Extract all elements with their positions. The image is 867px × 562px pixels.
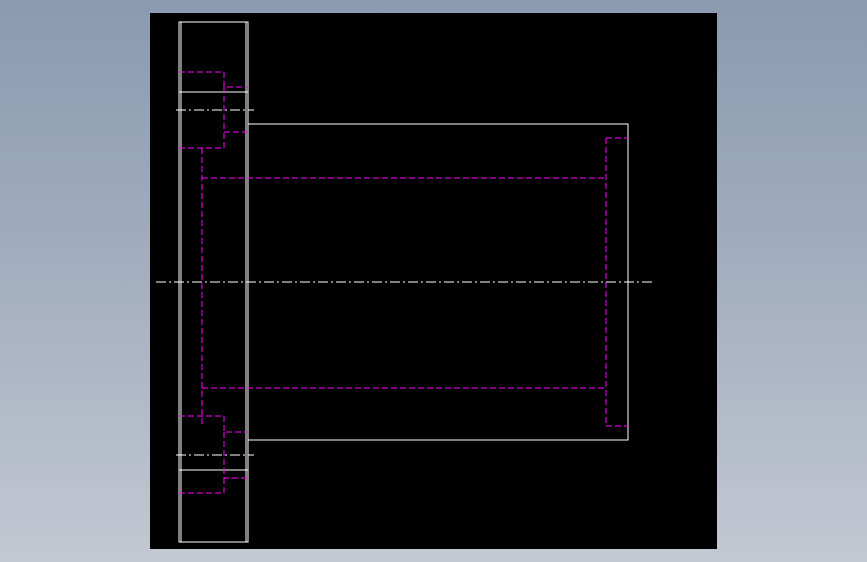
cad-drawing [150, 13, 717, 549]
cad-viewport[interactable] [150, 13, 717, 549]
drawing-background [150, 13, 717, 549]
